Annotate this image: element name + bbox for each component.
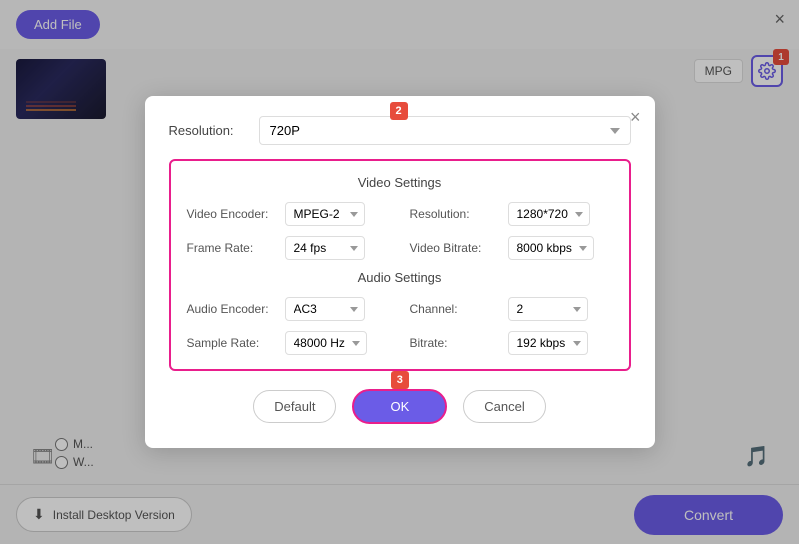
modal-overlay: × Resolution: 720P 2 Video Settings Vide… bbox=[0, 0, 799, 544]
video-settings-grid: Video Encoder: MPEG-2 Resolution: 1280*7… bbox=[187, 202, 613, 260]
bitrate-select[interactable]: 192 kbps bbox=[508, 331, 588, 355]
audio-encoder-select[interactable]: AC3 bbox=[285, 297, 365, 321]
audio-settings-title: Audio Settings bbox=[187, 270, 613, 285]
audio-encoder-row: Audio Encoder: AC3 bbox=[187, 297, 390, 321]
audio-settings-grid: Audio Encoder: AC3 Channel: 2 bbox=[187, 297, 613, 355]
modal-close-button[interactable]: × bbox=[630, 108, 641, 126]
sample-rate-select[interactable]: 48000 Hz bbox=[285, 331, 367, 355]
video-bitrate-select[interactable]: 8000 kbps bbox=[508, 236, 594, 260]
frame-rate-row: Frame Rate: 24 fps bbox=[187, 236, 390, 260]
audio-encoder-label: Audio Encoder: bbox=[187, 302, 277, 316]
resolution-badge: 2 bbox=[390, 102, 408, 120]
default-button[interactable]: Default bbox=[253, 390, 336, 423]
resolution-label: Resolution: bbox=[169, 123, 259, 138]
video-encoder-select[interactable]: MPEG-2 bbox=[285, 202, 365, 226]
video-encoder-row: Video Encoder: MPEG-2 bbox=[187, 202, 390, 226]
resolution-row: Resolution: 720P 2 bbox=[169, 116, 631, 145]
frame-rate-label: Frame Rate: bbox=[187, 241, 277, 255]
modal-footer: Default 3 OK Cancel bbox=[169, 389, 631, 424]
video-encoder-label: Video Encoder: bbox=[187, 207, 277, 221]
frame-rate-select[interactable]: 24 fps bbox=[285, 236, 365, 260]
resolution-inner-select[interactable]: 1280*720 bbox=[508, 202, 590, 226]
bitrate-label: Bitrate: bbox=[410, 336, 500, 350]
resolution-inner-row: Resolution: 1280*720 bbox=[410, 202, 613, 226]
settings-box: Video Settings Video Encoder: MPEG-2 Res… bbox=[169, 159, 631, 371]
app-background: Add File × MPG 1 🎞 🎵 M... W... ⬇ Insta bbox=[0, 0, 799, 544]
channel-row: Channel: 2 bbox=[410, 297, 613, 321]
ok-button-wrapper: 3 OK bbox=[352, 389, 447, 424]
sample-rate-label: Sample Rate: bbox=[187, 336, 277, 350]
video-bitrate-row: Video Bitrate: 8000 kbps bbox=[410, 236, 613, 260]
bitrate-row: Bitrate: 192 kbps bbox=[410, 331, 613, 355]
sample-rate-row: Sample Rate: 48000 Hz bbox=[187, 331, 390, 355]
channel-label: Channel: bbox=[410, 302, 500, 316]
ok-button[interactable]: OK bbox=[352, 389, 447, 424]
resolution-select[interactable]: 720P bbox=[259, 116, 631, 145]
channel-select[interactable]: 2 bbox=[508, 297, 588, 321]
settings-modal: × Resolution: 720P 2 Video Settings Vide… bbox=[145, 96, 655, 448]
video-settings-title: Video Settings bbox=[187, 175, 613, 190]
resolution-inner-label: Resolution: bbox=[410, 207, 500, 221]
video-bitrate-label: Video Bitrate: bbox=[410, 241, 500, 255]
cancel-button[interactable]: Cancel bbox=[463, 390, 545, 423]
ok-badge: 3 bbox=[391, 371, 409, 389]
